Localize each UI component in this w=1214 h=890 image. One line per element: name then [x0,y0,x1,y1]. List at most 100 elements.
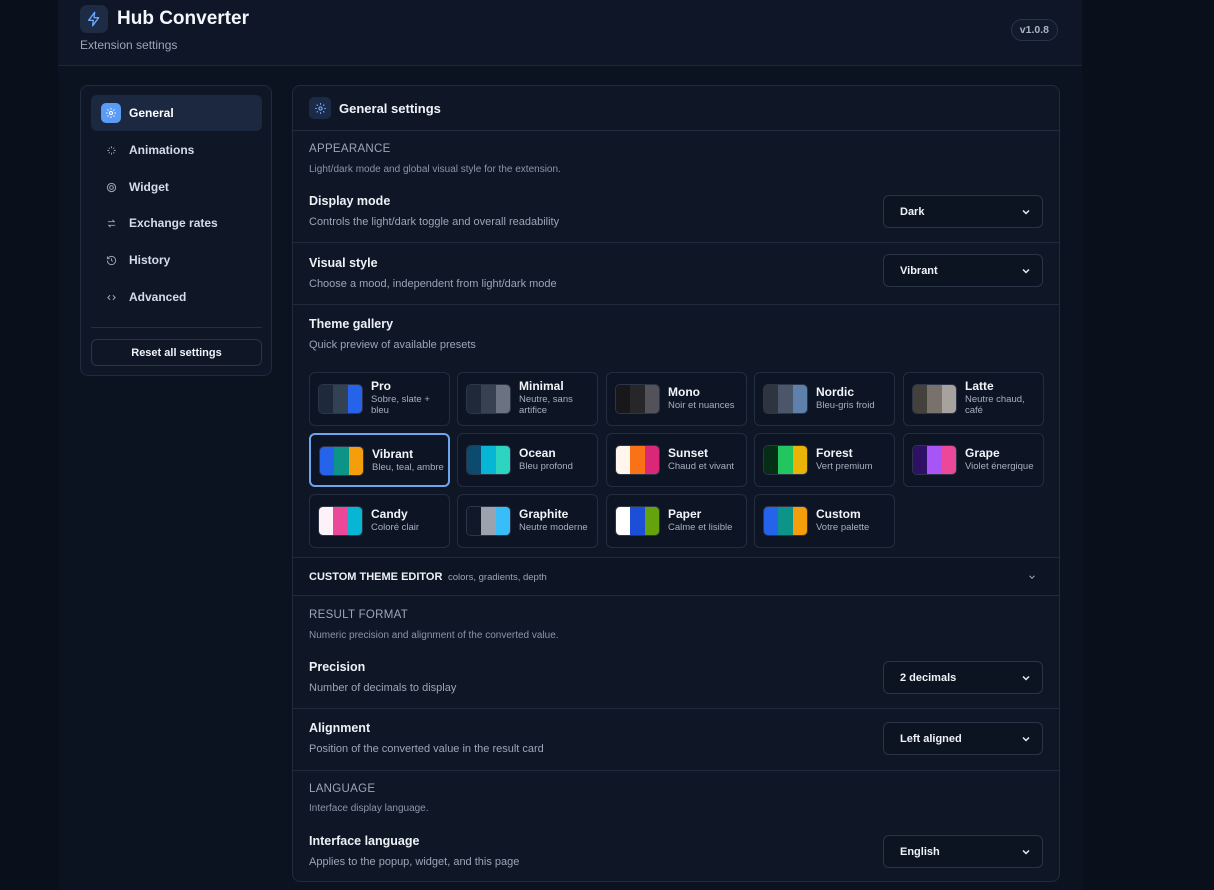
code-icon [101,287,121,307]
sidebar-item-label: Animations [129,143,195,157]
chevron-down-icon [1029,575,1035,579]
display-mode-select[interactable]: Dark [883,195,1043,228]
theme-card-grape[interactable]: Grape Violet énergique [903,433,1044,487]
theme-card-ocean[interactable]: Ocean Bleu profond [457,433,598,487]
swatch-color [467,385,482,413]
header: Hub Converter Extension settings v1.0.8 [58,0,1082,66]
theme-name: Graphite [519,507,569,521]
chevron-down-icon [1022,849,1030,855]
sidebar-item-animations[interactable]: Animations [91,132,262,168]
theme-card-forest[interactable]: Forest Vert premium [754,433,895,487]
precision-select[interactable]: 2 decimals [883,661,1043,694]
swatch-color [913,385,928,413]
theme-desc: Sobre, slate + bleu [371,394,430,416]
swatch-color [320,447,335,475]
swatch-color [319,385,334,413]
interface-language-desc: Applies to the popup, widget, and this p… [309,856,520,868]
theme-desc: Violet énergique [965,461,1034,472]
theme-card-candy[interactable]: Candy Coloré clair [309,494,450,548]
theme-desc: Votre palette [816,522,870,533]
sidebar-item-history[interactable]: History [91,242,262,278]
swatch-color [941,446,956,474]
theme-card-paper[interactable]: Paper Calme et lisible [606,494,747,548]
theme-card-minimal[interactable]: Minimal Neutre, sans artifice [457,372,598,426]
theme-card-vibrant[interactable]: Vibrant Bleu, teal, ambre [309,433,450,487]
sidebar-item-general[interactable]: General [91,95,262,131]
theme-card-pro[interactable]: Pro Sobre, slate + bleu [309,372,450,426]
theme-card-latte[interactable]: Latte Neutre chaud, café [903,372,1044,426]
swatch-color [495,385,510,413]
theme-name: Grape [965,446,1000,460]
sparkle-icon [101,140,121,160]
swatch-color [778,385,793,413]
swatch-color [792,385,807,413]
reset-all-settings-button[interactable]: Reset all settings [91,339,262,366]
swatch-color [333,385,348,413]
sidebar-item-exchange-rates[interactable]: Exchange rates [91,205,262,241]
swatch-color [616,385,631,413]
theme-card-custom[interactable]: Custom Votre palette [754,494,895,548]
swatch-color [347,385,362,413]
theme-desc: Vert premium [816,461,873,472]
theme-name: Minimal [519,379,564,393]
sidebar-item-widget[interactable]: Widget [91,169,262,205]
swatch-color [764,446,779,474]
theme-desc: Bleu-gris froid [816,400,875,411]
section-title-language: LANGUAGE [309,783,376,795]
sidebar-item-label: Advanced [129,290,187,304]
precision-desc: Number of decimals to display [309,682,457,694]
custom-theme-editor-hint: colors, gradients, depth [448,572,547,583]
swatch-color [792,446,807,474]
interface-language-select[interactable]: English [883,835,1043,868]
custom-theme-editor-toggle[interactable]: CUSTOM THEME EDITOR colors, gradients, d… [293,557,1059,596]
section-title-result-format: RESULT FORMAT [309,609,409,621]
lightning-icon [80,5,108,33]
version-badge: v1.0.8 [1010,19,1058,41]
section-desc-result-format: Numeric precision and alignment of the c… [309,630,559,641]
theme-name: Latte [965,379,994,393]
sidebar-item-advanced[interactable]: Advanced [91,279,262,315]
theme-card-nordic[interactable]: Nordic Bleu-gris froid [754,372,895,426]
divider [293,708,1059,709]
alignment-title: Alignment [309,721,371,735]
swatch-color [941,385,956,413]
swatch-color [778,507,793,535]
chevron-down-icon [1022,736,1030,742]
theme-desc: Neutre moderne [519,522,588,533]
sidebar-item-label: Exchange rates [129,216,218,230]
theme-name: Pro [371,379,392,393]
theme-desc: Neutre, sans artifice [519,394,573,416]
swatch-color [495,507,510,535]
theme-swatch [319,446,364,476]
theme-swatch [912,445,957,475]
divider [293,242,1059,243]
theme-card-sunset[interactable]: Sunset Chaud et vivant [606,433,747,487]
alignment-select[interactable]: Left aligned [883,722,1043,755]
chevron-down-icon [1022,675,1030,681]
theme-desc: Calme et lisible [668,522,733,533]
theme-swatch [318,384,363,414]
swatch-color [764,385,779,413]
sidebar: General Animations Widget Exchange rates… [80,85,272,376]
swatch-color [630,507,645,535]
section-desc-appearance: Light/dark mode and global visual style … [309,164,561,175]
swatch-color [630,385,645,413]
swatch-color [913,446,928,474]
precision-value: 2 decimals [900,671,957,684]
visual-style-select[interactable]: Vibrant [883,254,1043,287]
theme-name: Candy [371,507,408,521]
app-subtitle: Extension settings [80,38,178,52]
theme-card-mono[interactable]: Mono Noir et nuances [606,372,747,426]
swatch-color [630,446,645,474]
theme-swatch [615,506,660,536]
sidebar-item-label: Widget [129,180,169,194]
theme-desc: Coloré clair [371,522,420,533]
visual-style-desc: Choose a mood, independent from light/da… [309,278,557,290]
theme-name: Sunset [668,446,709,460]
theme-name: Ocean [519,446,556,460]
theme-card-graphite[interactable]: Graphite Neutre moderne [457,494,598,548]
display-mode-title: Display mode [309,194,391,208]
theme-desc: Neutre chaud, café [965,394,1025,416]
visual-style-value: Vibrant [900,264,938,277]
precision-title: Precision [309,660,366,674]
